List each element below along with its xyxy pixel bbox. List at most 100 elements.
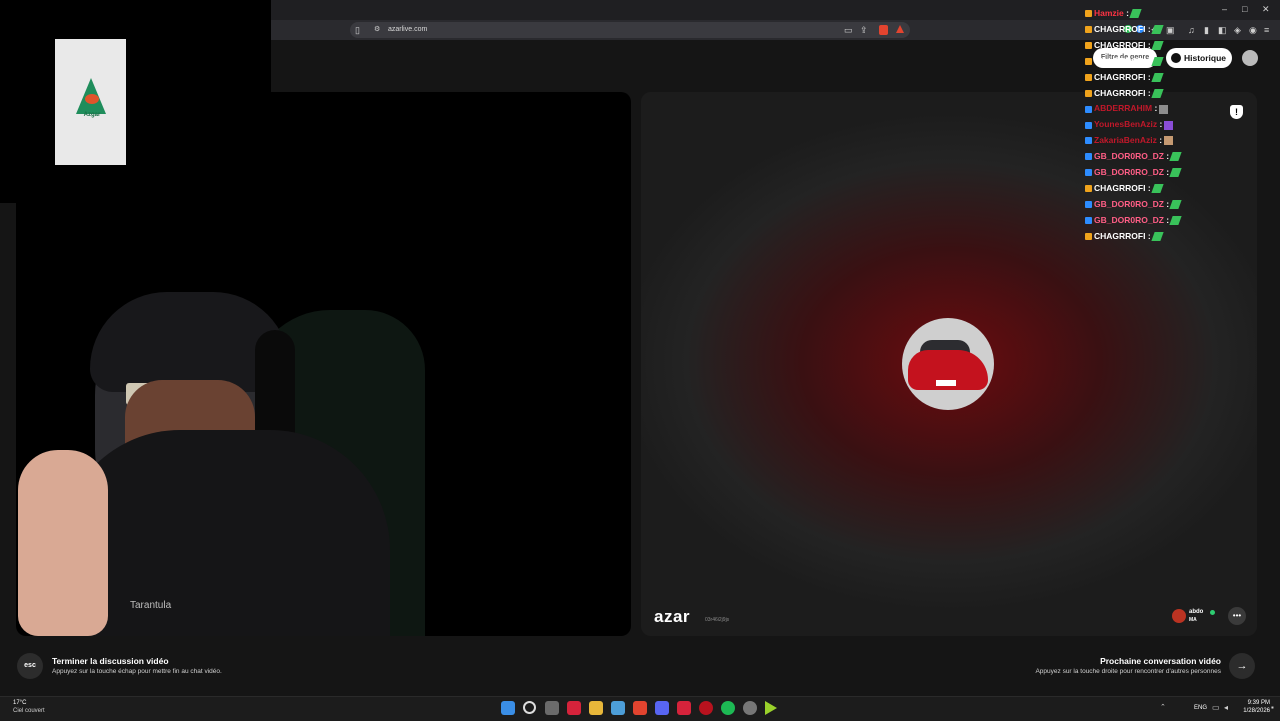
green-emote-icon [1151,25,1164,35]
chat-badge-icon [1085,185,1092,193]
notification-icon[interactable]: ▪ [1271,701,1274,715]
chat-username[interactable]: GB_DOR0RO_DZ [1094,151,1164,161]
history-label: Historique [1184,53,1227,63]
chat-username[interactable]: CHAGRROFI [1094,231,1145,241]
streamer-hoodie [60,430,390,636]
windows-start-icon[interactable] [501,701,515,715]
brave-shield-icon[interactable] [879,25,888,35]
chat-message: CHAGRROFI : [1085,70,1164,84]
chat-message: CHAGRROFI : [1085,229,1164,243]
chat-username[interactable]: ABDERRAHIM [1094,103,1152,113]
chat-separator: : [1163,198,1170,209]
chat-username[interactable]: GB_DOR0RO_DZ [1094,215,1164,225]
brave-browser-icon[interactable] [633,701,647,715]
chat-username[interactable]: CHAGRROFI [1094,24,1145,34]
cast-icon[interactable]: ▭ [844,23,853,37]
stream-overlay-box [0,0,271,203]
chat-separator: : [1145,71,1151,82]
hoodie-print: Tarantula [130,600,172,611]
chat-username[interactable]: CHAGRROFI [1094,40,1145,50]
language-indicator[interactable]: ENG [1194,705,1207,711]
weather-temperature[interactable]: 17°C [13,700,26,706]
pocket-icon[interactable] [677,701,691,715]
online-status-icon [1210,610,1215,615]
chat-username[interactable]: GB_DOR0RO_DZ [1094,167,1164,177]
green-emote-icon [1169,152,1182,162]
chat-username[interactable]: YounesBenAziz [1094,119,1157,129]
streamer-hand [18,450,108,636]
address-bar[interactable] [350,22,910,38]
green-emote-icon [1129,9,1142,19]
purple-emote-icon [1164,120,1174,130]
clock-time[interactable]: 9:39 PM [1240,700,1270,706]
wallet-icon[interactable]: ◉ [1249,23,1257,37]
sidebar-icon[interactable]: ▮ [1204,23,1209,37]
chat-message: YounesBenAziz : [1085,117,1174,131]
chat-separator: : [1156,135,1163,146]
brave-rewards-icon[interactable] [896,25,904,33]
chat-separator: : [1163,214,1170,225]
chat-badge-icon [1085,89,1092,97]
next-arrow-button[interactable]: → [1229,653,1255,679]
chat-message: CHAGRROFI : [1085,54,1164,68]
chat-message: CHAGRROFI : [1085,22,1164,36]
chat-message: CHAGRROFI : [1085,86,1164,100]
network-icon[interactable]: ▭ [1212,701,1220,715]
chat-username[interactable]: GB_DOR0RO_DZ [1094,199,1164,209]
chat-bubble-button[interactable]: ••• [1228,607,1246,625]
clock-date[interactable]: 1/28/2026 [1236,708,1270,714]
chat-message: CHAGRROFI : [1085,181,1164,195]
clock-icon [1171,53,1181,63]
share-icon[interactable]: ⇪ [860,23,868,37]
chat-username[interactable]: CHAGRROFI [1094,88,1145,98]
search-icon[interactable] [523,701,536,714]
spotify-icon[interactable] [721,701,735,715]
menu-icon[interactable]: ≡ [1264,23,1269,37]
task-view-icon[interactable] [545,701,559,715]
chat-separator: : [1145,55,1151,66]
bookmark-icon[interactable]: ▯ [355,23,360,37]
chat-badge-icon [1085,73,1092,81]
weather-description[interactable]: Ciel couvert [13,708,45,714]
chat-separator: : [1145,182,1151,193]
maximize-icon[interactable]: □ [1242,4,1247,14]
close-icon[interactable]: ✕ [1262,4,1270,15]
chat-username[interactable]: CHAGRROFI [1094,183,1145,193]
end-chat-title: Terminer la discussion vidéo [52,656,169,666]
green-emote-icon [1169,200,1182,210]
esc-key-button[interactable]: esc [17,653,43,679]
green-emote-icon [1151,72,1164,82]
chat-username[interactable]: Hamzie [1094,8,1124,18]
report-shield-icon[interactable]: ! [1230,105,1243,119]
site-info-icon[interactable]: ⚙ [374,23,380,37]
chat-username[interactable]: CHAGRROFI [1094,56,1145,66]
discord-icon[interactable] [655,701,669,715]
vpn-icon[interactable]: ◈ [1234,23,1241,37]
show-hidden-icons[interactable]: ⌃ [1160,701,1166,715]
split-icon[interactable]: ◧ [1218,23,1227,37]
chrome-icon[interactable] [743,701,757,715]
green-emote-icon [1169,168,1182,178]
green-emote-icon [1151,56,1164,66]
green-emote-icon [1169,215,1182,225]
app-icon-circle-red[interactable] [699,701,713,715]
chat-message: GB_DOR0RO_DZ : [1085,149,1182,163]
chat-username[interactable]: CHAGRROFI [1094,72,1145,82]
store-icon[interactable] [611,701,625,715]
file-explorer-icon[interactable] [589,701,603,715]
music-icon[interactable]: ♫ [1188,23,1195,37]
peer-country: MA [1189,617,1197,623]
chat-message: CHAGRROFI : [1085,38,1164,52]
streaming-app-icon[interactable] [765,701,777,715]
app-icon-red[interactable] [567,701,581,715]
chat-separator: : [1145,230,1151,241]
profile-icon[interactable] [1242,50,1258,66]
chat-badge-icon [1085,232,1092,240]
screenshot-icon[interactable]: ▣ [1166,23,1175,37]
chat-badge-icon [1085,216,1092,224]
chat-username[interactable]: ZakariaBenAziz [1094,135,1157,145]
minimize-icon[interactable]: – [1222,4,1227,14]
chat-message: ZakariaBenAziz : [1085,133,1174,147]
peer-avatar[interactable] [1172,609,1186,623]
volume-icon[interactable]: ◂ [1224,701,1228,715]
